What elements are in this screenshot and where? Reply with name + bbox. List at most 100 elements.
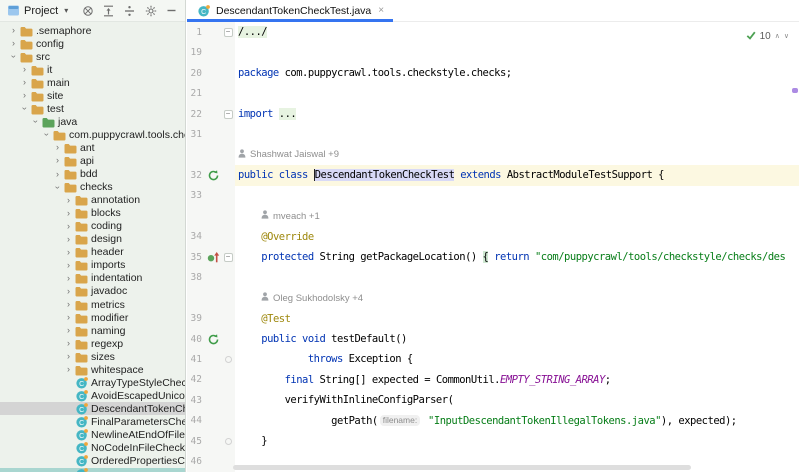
tree-item-api[interactable]: ›api bbox=[0, 154, 185, 167]
fold-collapsed-icon[interactable]: − bbox=[221, 247, 235, 267]
fold-region-icon[interactable] bbox=[221, 431, 235, 451]
tree-item-indentation[interactable]: ›indentation bbox=[0, 272, 185, 285]
chevron-expanded-icon[interactable]: › bbox=[53, 182, 62, 193]
tree-partial-row[interactable]: C bbox=[0, 468, 185, 472]
code-line-33[interactable]: 33 bbox=[187, 186, 799, 206]
tree-item-javadoc[interactable]: ›javadoc bbox=[0, 285, 185, 298]
project-panel-title[interactable]: Project bbox=[24, 5, 58, 17]
author-code-vision-row[interactable]: Oleg Sukhodolsky +4 bbox=[187, 288, 799, 308]
gutter-line-number[interactable]: 44 bbox=[187, 411, 205, 431]
gutter-line-number[interactable]: 46 bbox=[187, 452, 205, 472]
tree-item-NewlineAtEndOfFileCheckTest[interactable]: CNewlineAtEndOfFileCheckTest bbox=[0, 428, 185, 441]
author-code-vision-row[interactable]: mveach +1 bbox=[187, 206, 799, 226]
tree-item-.semaphore[interactable]: ›.semaphore bbox=[0, 24, 185, 37]
chevron-expanded-icon[interactable]: › bbox=[20, 103, 29, 114]
settings-gear-icon[interactable] bbox=[144, 4, 157, 17]
code-line-22[interactable]: 22−import ... bbox=[187, 104, 799, 124]
chevron-collapsed-icon[interactable]: › bbox=[63, 326, 74, 335]
chevron-collapsed-icon[interactable]: › bbox=[52, 156, 63, 165]
gutter-line-number[interactable]: 45 bbox=[187, 431, 205, 451]
code-editor[interactable]: 1−/.../1920package com.puppycrawl.tools.… bbox=[187, 22, 799, 472]
tree-item-modifier[interactable]: ›modifier bbox=[0, 311, 185, 324]
tree-item-ant[interactable]: ›ant bbox=[0, 141, 185, 154]
code-line-42[interactable]: 42 final String[] expected = CommonUtil.… bbox=[187, 370, 799, 390]
tree-item-regexp[interactable]: ›regexp bbox=[0, 337, 185, 350]
tree-item-com.puppycrawl.tools.checkstyle[interactable]: ›com.puppycrawl.tools.checkstyle bbox=[0, 128, 185, 141]
gutter-line-number[interactable]: 34 bbox=[187, 227, 205, 247]
gutter-line-number[interactable]: 20 bbox=[187, 63, 205, 83]
chevron-collapsed-icon[interactable]: › bbox=[63, 287, 74, 296]
chevron-collapsed-icon[interactable]: › bbox=[19, 91, 30, 100]
chevron-up-icon[interactable]: ∧ bbox=[775, 32, 780, 40]
chevron-down-icon[interactable]: ▾ bbox=[64, 6, 68, 15]
tree-item-config[interactable]: ›config bbox=[0, 37, 185, 50]
tree-item-checks[interactable]: ›checks bbox=[0, 181, 185, 194]
gutter-line-number[interactable]: 31 bbox=[187, 124, 205, 144]
code-line-41[interactable]: 41 throws Exception { bbox=[187, 349, 799, 369]
code-line-32[interactable]: 32public class DescendantTokenCheckTest … bbox=[187, 165, 799, 185]
tree-item-site[interactable]: ›site bbox=[0, 89, 185, 102]
code-line-21[interactable]: 21 bbox=[187, 83, 799, 103]
tree-item-blocks[interactable]: ›blocks bbox=[0, 207, 185, 220]
tree-item-FinalParametersCheckTest[interactable]: CFinalParametersCheckTest bbox=[0, 415, 185, 428]
tree-item-DescendantTokenCheckTest[interactable]: CDescendantTokenCheckTest bbox=[0, 402, 185, 415]
chevron-collapsed-icon[interactable]: › bbox=[63, 300, 74, 309]
inspections-widget[interactable]: 10 ∧ ∨ bbox=[746, 27, 789, 45]
fold-collapsed-icon[interactable]: − bbox=[221, 22, 235, 42]
select-opened-file-icon[interactable] bbox=[81, 4, 94, 17]
code-line-20[interactable]: 20package com.puppycrawl.tools.checkstyl… bbox=[187, 63, 799, 83]
code-line-38[interactable]: 38 bbox=[187, 267, 799, 287]
code-line-45[interactable]: 45 } bbox=[187, 431, 799, 451]
tree-item-design[interactable]: ›design bbox=[0, 233, 185, 246]
collapse-all-icon[interactable] bbox=[102, 4, 115, 17]
tree-item-src[interactable]: ›src bbox=[0, 50, 185, 63]
chevron-collapsed-icon[interactable]: › bbox=[63, 248, 74, 257]
gutter-line-number[interactable]: 42 bbox=[187, 370, 205, 390]
gutter-line-number[interactable]: 19 bbox=[187, 42, 205, 62]
author-code-vision-row[interactable]: Shashwat Jaiswal +9 bbox=[187, 145, 799, 165]
chevron-down-icon[interactable]: ∨ bbox=[784, 32, 789, 40]
tree-item-whitespace[interactable]: ›whitespace bbox=[0, 363, 185, 376]
gutter-line-number[interactable]: 32 bbox=[187, 165, 205, 185]
chevron-collapsed-icon[interactable]: › bbox=[52, 143, 63, 152]
fold-region-icon[interactable] bbox=[221, 349, 235, 369]
tree-item-test[interactable]: ›test bbox=[0, 102, 185, 115]
code-line-43[interactable]: 43 verifyWithInlineConfigParser( bbox=[187, 390, 799, 410]
chevron-collapsed-icon[interactable]: › bbox=[52, 170, 63, 179]
code-line-1[interactable]: 1−/.../ bbox=[187, 22, 799, 42]
tree-item-coding[interactable]: ›coding bbox=[0, 220, 185, 233]
close-icon[interactable]: × bbox=[378, 5, 384, 16]
tree-item-main[interactable]: ›main bbox=[0, 76, 185, 89]
tree-item-annotation[interactable]: ›annotation bbox=[0, 194, 185, 207]
tree-item-sizes[interactable]: ›sizes bbox=[0, 350, 185, 363]
code-line-40[interactable]: 40 public void testDefault() bbox=[187, 329, 799, 349]
tree-item-NoCodeInFileCheckTest[interactable]: CNoCodeInFileCheckTest bbox=[0, 442, 185, 455]
chevron-collapsed-icon[interactable]: › bbox=[63, 339, 74, 348]
chevron-collapsed-icon[interactable]: › bbox=[63, 274, 74, 283]
gutter-line-number[interactable]: 22 bbox=[187, 104, 205, 124]
run-test-icon[interactable] bbox=[205, 329, 221, 349]
gutter-line-number[interactable]: 43 bbox=[187, 390, 205, 410]
chevron-collapsed-icon[interactable]: › bbox=[63, 352, 74, 361]
gutter-line-number[interactable]: 33 bbox=[187, 186, 205, 206]
gutter-line-number[interactable]: 39 bbox=[187, 308, 205, 328]
hide-panel-icon[interactable] bbox=[165, 4, 178, 17]
horizontal-scrollbar[interactable] bbox=[233, 465, 691, 470]
expand-all-icon[interactable] bbox=[123, 4, 136, 17]
gutter-line-number[interactable]: 35 bbox=[187, 247, 205, 267]
chevron-collapsed-icon[interactable]: › bbox=[8, 39, 19, 48]
tab-descendanttokenchecktest[interactable]: C DescendantTokenCheckTest.java × bbox=[187, 0, 393, 21]
code-line-34[interactable]: 34 @Override bbox=[187, 227, 799, 247]
overrides-method-icon[interactable] bbox=[205, 247, 221, 267]
chevron-collapsed-icon[interactable]: › bbox=[19, 65, 30, 74]
tree-item-imports[interactable]: ›imports bbox=[0, 259, 185, 272]
tree-item-ArrayTypeStyleCheckTest[interactable]: CArrayTypeStyleCheckTest bbox=[0, 376, 185, 389]
gutter-line-number[interactable]: 21 bbox=[187, 83, 205, 103]
tree-item-naming[interactable]: ›naming bbox=[0, 324, 185, 337]
code-line-39[interactable]: 39 @Test bbox=[187, 308, 799, 328]
chevron-collapsed-icon[interactable]: › bbox=[8, 26, 19, 35]
chevron-collapsed-icon[interactable]: › bbox=[63, 222, 74, 231]
gutter-line-number[interactable]: 38 bbox=[187, 267, 205, 287]
chevron-collapsed-icon[interactable]: › bbox=[63, 313, 74, 322]
gutter-line-number[interactable]: 40 bbox=[187, 329, 205, 349]
